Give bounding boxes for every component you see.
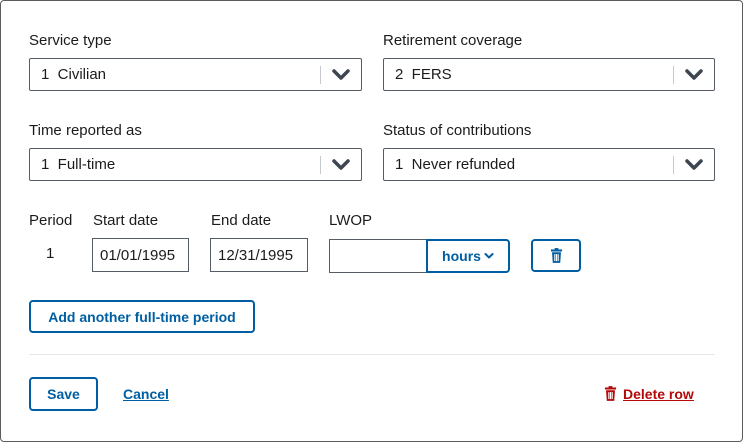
- retirement-coverage-label: Retirement coverage: [383, 32, 523, 49]
- lwop-input[interactable]: [329, 239, 427, 273]
- select-divider: [673, 66, 674, 84]
- start-date-header: Start date: [93, 212, 159, 229]
- retirement-coverage-select[interactable]: 2 FERS: [383, 58, 715, 91]
- add-period-button[interactable]: Add another full-time period: [29, 300, 255, 333]
- service-type-label: Service type: [29, 32, 112, 49]
- time-reported-value: 1 Full-time: [41, 156, 116, 173]
- lwop-unit-dropdown[interactable]: hours: [426, 239, 510, 273]
- end-date-header: End date: [211, 212, 272, 229]
- select-divider: [320, 66, 321, 84]
- service-period-form: Service type 1 Civilian Retirement cover…: [0, 0, 743, 442]
- cancel-link[interactable]: Cancel: [123, 386, 169, 402]
- service-type-select[interactable]: 1 Civilian: [29, 58, 362, 91]
- save-button[interactable]: Save: [29, 377, 98, 411]
- trash-icon: [604, 385, 617, 401]
- trash-icon: [550, 248, 562, 263]
- retirement-coverage-value: 2 FERS: [395, 66, 452, 83]
- chevron-down-icon: [685, 69, 703, 80]
- chevron-down-icon: [332, 159, 350, 170]
- end-date-input[interactable]: 12/31/1995: [210, 238, 308, 272]
- time-reported-label: Time reported as: [29, 122, 142, 139]
- select-divider: [673, 156, 674, 174]
- start-date-input[interactable]: 01/01/1995: [92, 238, 189, 272]
- delete-row-label: Delete row: [623, 386, 694, 402]
- lwop-unit-label: hours: [442, 248, 481, 264]
- delete-period-button[interactable]: [531, 239, 581, 272]
- select-divider: [320, 156, 321, 174]
- status-contributions-select[interactable]: 1 Never refunded: [383, 148, 715, 181]
- lwop-header: LWOP: [329, 212, 373, 229]
- service-type-value: 1 Civilian: [41, 66, 107, 83]
- divider: [29, 354, 715, 355]
- delete-row-link[interactable]: Delete row: [604, 385, 694, 402]
- time-reported-select[interactable]: 1 Full-time: [29, 148, 362, 181]
- status-contributions-label: Status of contributions: [383, 122, 532, 139]
- chevron-down-icon: [685, 159, 703, 170]
- status-contributions-value: 1 Never refunded: [395, 156, 516, 173]
- period-number: 1: [46, 245, 55, 262]
- chevron-down-icon: [484, 253, 494, 259]
- period-header: Period: [29, 212, 73, 229]
- chevron-down-icon: [332, 69, 350, 80]
